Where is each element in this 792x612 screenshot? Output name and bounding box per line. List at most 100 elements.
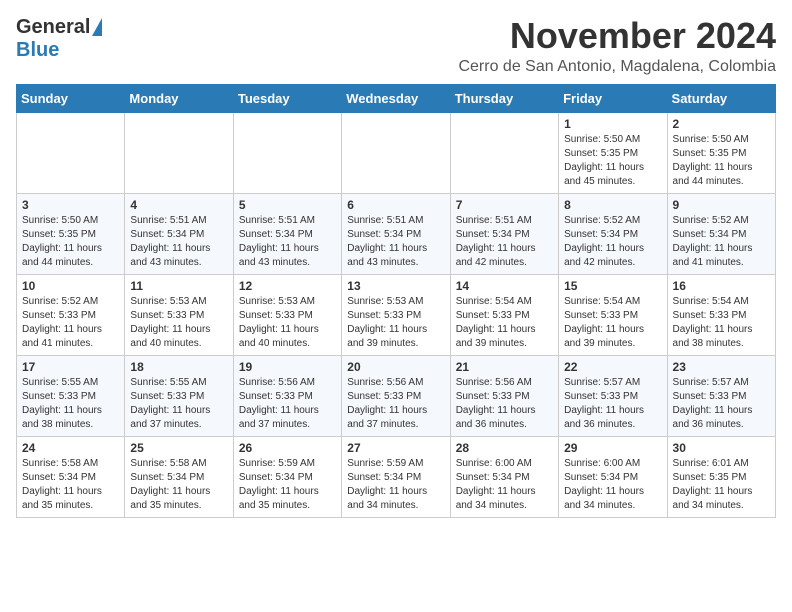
calendar-week-row: 24 Sunrise: 5:58 AM Sunset: 5:34 PM Dayli… — [17, 436, 776, 517]
day-number: 26 — [239, 441, 336, 455]
day-info: Sunrise: 6:00 AM Sunset: 5:34 PM Dayligh… — [564, 457, 661, 513]
calendar-cell: 16Sunrise: 5:54 AM Sunset: 5:33 PM Dayli… — [667, 274, 775, 355]
day-number: 29 — [564, 441, 661, 455]
calendar-cell — [342, 112, 450, 193]
calendar-cell: 11 Sunrise: 5:53 AM Sunset: 5:33 PM Dayli… — [125, 274, 233, 355]
calendar-cell — [125, 112, 233, 193]
calendar-cell: 8 Sunrise: 5:52 AM Sunset: 5:34 PM Daylig… — [559, 193, 667, 274]
calendar-cell: 29 Sunrise: 6:00 AM Sunset: 5:34 PM Dayli… — [559, 436, 667, 517]
calendar-cell: 30 Sunrise: 6:01 AM Sunset: 5:35 PM Dayli… — [667, 436, 775, 517]
day-info: Sunrise: 5:50 AM Sunset: 5:35 PM Dayligh… — [673, 133, 770, 189]
day-info: Sunrise: 5:55 AM Sunset: 5:33 PM Dayligh… — [22, 376, 119, 432]
calendar-cell: 21 Sunrise: 5:56 AM Sunset: 5:33 PM Dayli… — [450, 355, 558, 436]
day-info: Sunrise: 5:56 AM Sunset: 5:33 PM Dayligh… — [239, 376, 336, 432]
day-info: Sunrise: 5:54 AM Sunset: 5:33 PM Dayligh… — [456, 295, 553, 351]
day-number: 4 — [130, 198, 227, 212]
calendar-week-row: 1 Sunrise: 5:50 AM Sunset: 5:35 PM Daylig… — [17, 112, 776, 193]
col-header-friday: Friday — [559, 84, 667, 112]
logo-general-text: General — [16, 16, 90, 39]
day-number: 19 — [239, 360, 336, 374]
calendar-cell: 1 Sunrise: 5:50 AM Sunset: 5:35 PM Daylig… — [559, 112, 667, 193]
calendar-week-row: 10Sunrise: 5:52 AM Sunset: 5:33 PM Dayli… — [17, 274, 776, 355]
day-info: Sunrise: 5:56 AM Sunset: 5:33 PM Dayligh… — [347, 376, 444, 432]
day-info: Sunrise: 5:52 AM Sunset: 5:34 PM Dayligh… — [673, 214, 770, 270]
day-number: 15 — [564, 279, 661, 293]
day-number: 13 — [347, 279, 444, 293]
day-number: 1 — [564, 117, 661, 131]
day-number: 21 — [456, 360, 553, 374]
day-number: 24 — [22, 441, 119, 455]
calendar-cell: 20 Sunrise: 5:56 AM Sunset: 5:33 PM Dayli… — [342, 355, 450, 436]
day-info: Sunrise: 5:58 AM Sunset: 5:34 PM Dayligh… — [130, 457, 227, 513]
day-info: Sunrise: 5:53 AM Sunset: 5:33 PM Dayligh… — [239, 295, 336, 351]
day-number: 10 — [22, 279, 119, 293]
col-header-wednesday: Wednesday — [342, 84, 450, 112]
day-info: Sunrise: 5:56 AM Sunset: 5:33 PM Dayligh… — [456, 376, 553, 432]
day-info: Sunrise: 5:50 AM Sunset: 5:35 PM Dayligh… — [564, 133, 661, 189]
day-info: Sunrise: 5:59 AM Sunset: 5:34 PM Dayligh… — [347, 457, 444, 513]
calendar-cell — [17, 112, 125, 193]
day-number: 6 — [347, 198, 444, 212]
calendar-cell: 14 Sunrise: 5:54 AM Sunset: 5:33 PM Dayli… — [450, 274, 558, 355]
calendar-cell: 24Sunrise: 5:58 AM Sunset: 5:34 PM Dayli… — [17, 436, 125, 517]
calendar-week-row: 17 Sunrise: 5:55 AM Sunset: 5:33 PM Dayli… — [17, 355, 776, 436]
logo: General Blue — [16, 16, 102, 62]
day-info: Sunrise: 5:51 AM Sunset: 5:34 PM Dayligh… — [456, 214, 553, 270]
calendar-week-row: 3 Sunrise: 5:50 AM Sunset: 5:35 PM Daylig… — [17, 193, 776, 274]
day-info: Sunrise: 5:52 AM Sunset: 5:34 PM Dayligh… — [564, 214, 661, 270]
day-info: Sunrise: 5:51 AM Sunset: 5:34 PM Dayligh… — [347, 214, 444, 270]
calendar-cell: 23Sunrise: 5:57 AM Sunset: 5:33 PM Dayli… — [667, 355, 775, 436]
day-number: 3 — [22, 198, 119, 212]
day-number: 22 — [564, 360, 661, 374]
day-info: Sunrise: 5:55 AM Sunset: 5:33 PM Dayligh… — [130, 376, 227, 432]
logo-blue-text: Blue — [16, 39, 59, 62]
calendar-cell: 25 Sunrise: 5:58 AM Sunset: 5:34 PM Dayli… — [125, 436, 233, 517]
calendar-cell: 27Sunrise: 5:59 AM Sunset: 5:34 PM Dayli… — [342, 436, 450, 517]
day-number: 11 — [130, 279, 227, 293]
calendar-cell — [450, 112, 558, 193]
day-info: Sunrise: 5:53 AM Sunset: 5:33 PM Dayligh… — [347, 295, 444, 351]
calendar-cell: 15 Sunrise: 5:54 AM Sunset: 5:33 PM Dayli… — [559, 274, 667, 355]
calendar-cell — [233, 112, 341, 193]
day-number: 30 — [673, 441, 770, 455]
day-number: 14 — [456, 279, 553, 293]
calendar-cell: 5Sunrise: 5:51 AM Sunset: 5:34 PM Daylig… — [233, 193, 341, 274]
day-number: 18 — [130, 360, 227, 374]
calendar-cell: 28 Sunrise: 6:00 AM Sunset: 5:34 PM Dayli… — [450, 436, 558, 517]
day-number: 16 — [673, 279, 770, 293]
day-info: Sunrise: 5:53 AM Sunset: 5:33 PM Dayligh… — [130, 295, 227, 351]
calendar-header-row: SundayMondayTuesdayWednesdayThursdayFrid… — [17, 84, 776, 112]
col-header-saturday: Saturday — [667, 84, 775, 112]
col-header-tuesday: Tuesday — [233, 84, 341, 112]
day-number: 8 — [564, 198, 661, 212]
day-number: 5 — [239, 198, 336, 212]
day-number: 12 — [239, 279, 336, 293]
day-number: 28 — [456, 441, 553, 455]
day-info: Sunrise: 5:51 AM Sunset: 5:34 PM Dayligh… — [130, 214, 227, 270]
day-info: Sunrise: 5:50 AM Sunset: 5:35 PM Dayligh… — [22, 214, 119, 270]
day-number: 20 — [347, 360, 444, 374]
col-header-monday: Monday — [125, 84, 233, 112]
calendar-table: SundayMondayTuesdayWednesdayThursdayFrid… — [16, 84, 776, 518]
page-header: General Blue November 2024 Cerro de San … — [16, 16, 776, 76]
day-info: Sunrise: 6:00 AM Sunset: 5:34 PM Dayligh… — [456, 457, 553, 513]
logo-triangle-icon — [92, 18, 102, 36]
calendar-cell: 3 Sunrise: 5:50 AM Sunset: 5:35 PM Daylig… — [17, 193, 125, 274]
day-number: 17 — [22, 360, 119, 374]
day-info: Sunrise: 5:54 AM Sunset: 5:33 PM Dayligh… — [564, 295, 661, 351]
calendar-cell: 9Sunrise: 5:52 AM Sunset: 5:34 PM Daylig… — [667, 193, 775, 274]
calendar-cell: 19 Sunrise: 5:56 AM Sunset: 5:33 PM Dayli… — [233, 355, 341, 436]
day-info: Sunrise: 6:01 AM Sunset: 5:35 PM Dayligh… — [673, 457, 770, 513]
calendar-cell: 22Sunrise: 5:57 AM Sunset: 5:33 PM Dayli… — [559, 355, 667, 436]
calendar-cell: 13 Sunrise: 5:53 AM Sunset: 5:33 PM Dayli… — [342, 274, 450, 355]
calendar-cell: 26Sunrise: 5:59 AM Sunset: 5:34 PM Dayli… — [233, 436, 341, 517]
calendar-cell: 18 Sunrise: 5:55 AM Sunset: 5:33 PM Dayli… — [125, 355, 233, 436]
calendar-cell: 12 Sunrise: 5:53 AM Sunset: 5:33 PM Dayli… — [233, 274, 341, 355]
day-info: Sunrise: 5:57 AM Sunset: 5:33 PM Dayligh… — [673, 376, 770, 432]
day-number: 25 — [130, 441, 227, 455]
day-number: 2 — [673, 117, 770, 131]
calendar-cell: 2 Sunrise: 5:50 AM Sunset: 5:35 PM Daylig… — [667, 112, 775, 193]
col-header-thursday: Thursday — [450, 84, 558, 112]
day-number: 7 — [456, 198, 553, 212]
location-title: Cerro de San Antonio, Magdalena, Colombi… — [458, 58, 776, 76]
